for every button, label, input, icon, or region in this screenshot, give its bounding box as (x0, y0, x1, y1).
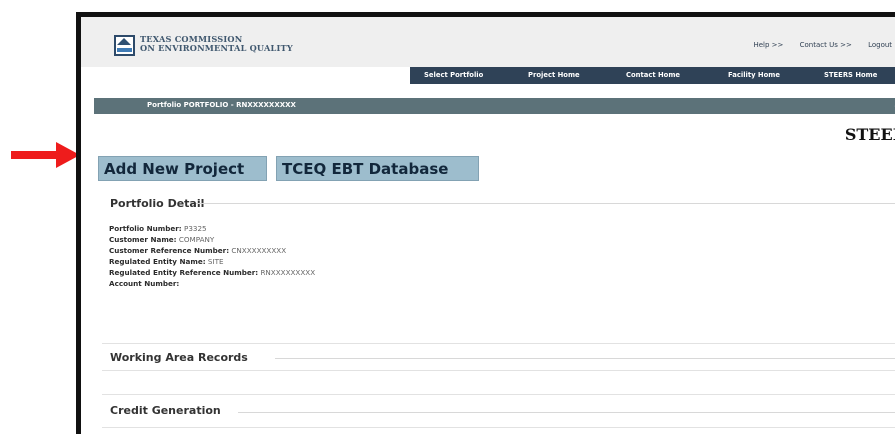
nav-project-home[interactable]: Project Home (528, 71, 580, 79)
portfolio-detail-fields: Portfolio Number: P3325 Customer Name: C… (109, 223, 315, 289)
browser-window: TEXAS COMMISSION ON ENVIRONMENTAL QUALIT… (76, 12, 895, 434)
field-row: Portfolio Number: P3325 (109, 224, 207, 233)
field-row: Customer Name: COMPANY (109, 235, 215, 244)
portfolio-title: Portfolio PORTFOLIO - RNXXXXXXXXX (147, 101, 296, 109)
contact-us-link[interactable]: Contact Us >> (800, 41, 852, 49)
logout-link[interactable]: Logout >> (868, 41, 895, 49)
utility-links: Help >> Contact Us >> Logout >> (739, 41, 895, 49)
nav-facility-home[interactable]: Facility Home (728, 71, 780, 79)
agency-name: TEXAS COMMISSION ON ENVIRONMENTAL QUALIT… (140, 34, 293, 53)
main-nav: Select Portfolio Project Home Contact Ho… (410, 67, 895, 84)
nav-contact-home[interactable]: Contact Home (626, 71, 680, 79)
steers-logo: STEER (844, 125, 895, 144)
header-bar: TEXAS COMMISSION ON ENVIRONMENTAL QUALIT… (81, 17, 895, 67)
section-divider (196, 203, 895, 204)
tceq-logo-icon (114, 35, 135, 56)
field-row: Regulated Entity Name: SITE (109, 257, 224, 266)
help-link[interactable]: Help >> (753, 41, 783, 49)
add-new-project-button[interactable]: Add New Project (98, 156, 267, 181)
nav-select-portfolio[interactable]: Select Portfolio (424, 71, 483, 79)
tceq-ebt-database-button[interactable]: TCEQ EBT Database (276, 156, 479, 181)
red-arrow-annotation (11, 142, 80, 168)
field-row: Regulated Entity Reference Number: RNXXX… (109, 268, 316, 277)
portfolio-detail-heading: Portfolio Detail (110, 197, 205, 210)
field-row: Customer Reference Number: CNXXXXXXXXX (109, 246, 287, 255)
credit-generation-heading: Credit Generation (110, 404, 221, 417)
portfolio-title-bar: Portfolio PORTFOLIO - RNXXXXXXXXX 5: (94, 98, 895, 114)
nav-steers-home[interactable]: STEERS Home (824, 71, 877, 79)
section-divider (275, 358, 895, 359)
section-divider (238, 412, 895, 413)
credit-generation-section: Credit Generation (102, 394, 895, 428)
working-area-records-heading: Working Area Records (110, 351, 248, 364)
working-area-records-section: Working Area Records (102, 343, 895, 371)
field-row: Account Number: (109, 279, 180, 288)
